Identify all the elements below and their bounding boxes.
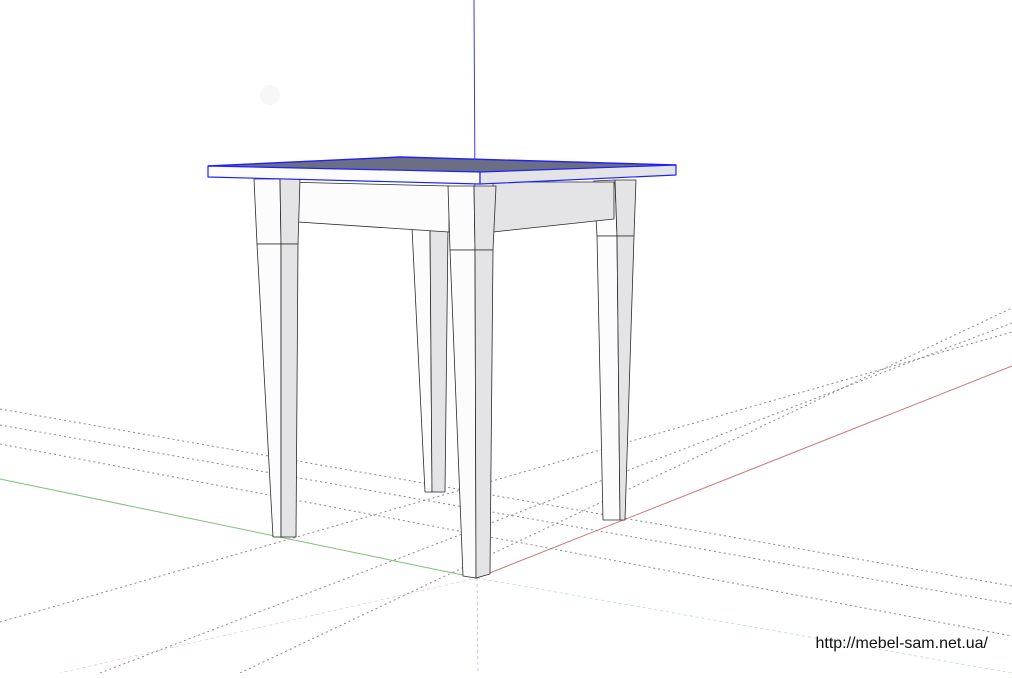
green-axis-negative [476, 577, 1012, 674]
green-axis [0, 478, 478, 579]
front-apron[interactable] [281, 181, 450, 233]
back-right-leg[interactable] [593, 179, 637, 521]
guide-line[interactable] [0, 408, 1012, 587]
guide-line[interactable] [99, 322, 1012, 674]
red-axis [476, 365, 1012, 579]
table-model[interactable] [207, 156, 677, 579]
guide-lines[interactable] [0, 307, 1012, 674]
right-apron[interactable] [492, 181, 615, 233]
axes [0, 0, 1012, 674]
guide-line[interactable] [0, 443, 1012, 637]
blue-axis-negative [476, 577, 479, 674]
back-left-leg[interactable] [411, 227, 449, 493]
front-corner-leg[interactable] [447, 185, 497, 579]
guide-line[interactable] [0, 331, 1012, 623]
modeling-viewport[interactable]: http://mebel-sam.net.ua/ [0, 0, 1012, 674]
watermark-url: http://mebel-sam.net.ua/ [815, 635, 988, 652]
guide-line[interactable] [0, 424, 1012, 605]
faint-circle-icon [260, 85, 280, 105]
red-axis-negative [59, 577, 478, 674]
front-left-leg[interactable] [253, 178, 301, 538]
